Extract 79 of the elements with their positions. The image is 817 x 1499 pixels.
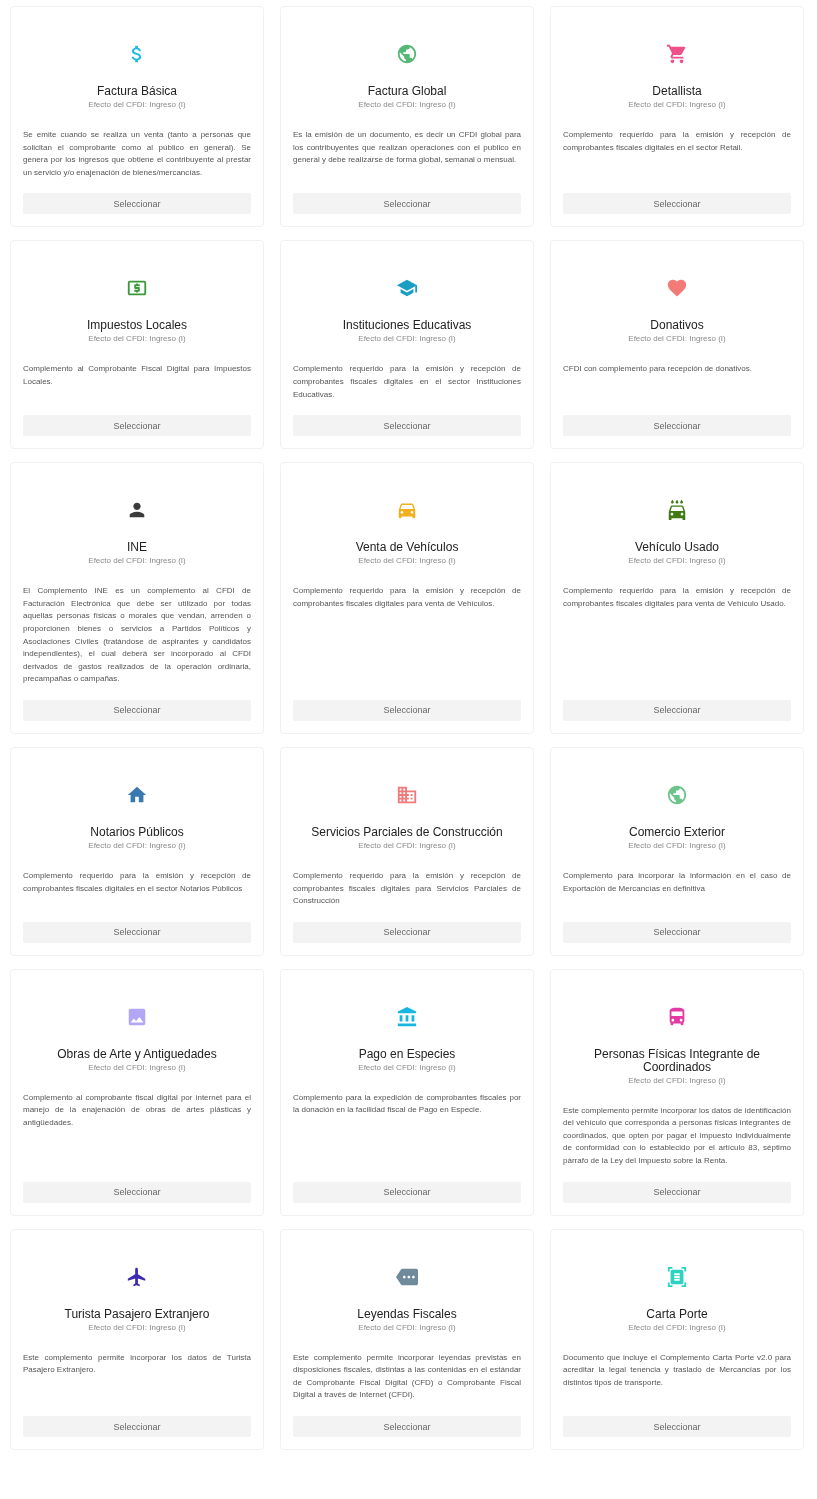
card-title: Factura Básica [96, 85, 177, 98]
select-button[interactable]: Seleccionar [563, 699, 791, 721]
select-button[interactable]: Seleccionar [293, 193, 521, 215]
cfdi-effect: Efecto del CFDI: Ingreso (I) [628, 1322, 726, 1332]
select-button[interactable]: Seleccionar [23, 193, 251, 215]
cfdi-effect: Efecto del CFDI: Ingreso (I) [628, 334, 726, 344]
card-description: Complemento requerido para la emisión y recepción de comprobantes fiscales digitales en el sector Notarios Públicos [23, 869, 251, 895]
card-title: Carta Porte [646, 1307, 708, 1321]
select-button[interactable]: Seleccionar [293, 699, 521, 721]
card-title: INE [127, 541, 147, 555]
cfdi-effect: Efecto del CFDI: Ingreso (I) [628, 556, 726, 566]
card-description: CFDI con complemento para recepción de donativos. [563, 363, 753, 376]
card-description: Este complemento permite incorporar leyendas previstas en disposiciones fiscales, distintas a las contenidas en el estándar de Comprobante Fiscal Digital (CFD) o Comprobante Fiscal Digital a través de Internet (CFDI). [293, 1351, 521, 1402]
cfdi-effect: Efecto del CFDI: Ingreso (I) [88, 334, 186, 344]
card-title: Vehículo Usado [634, 541, 720, 555]
cfdi-effect: Efecto del CFDI: Ingreso (I) [628, 840, 726, 850]
card-description: Complemento al Comprobante Fiscal Digital para Impuestos Locales. [23, 363, 251, 388]
card-title: Comercio Exterior [629, 825, 725, 839]
globe-icon [666, 783, 688, 806]
card-description: Complemento al comprobante fiscal digital por internet para el manejo de la enajenación de obras de artes plásticas y antigüedades. [23, 1091, 251, 1129]
card-title: Pago en Especies [358, 1047, 456, 1061]
card-description: Es la emisión de un documento, es decir un CFDI global para los contribuyentes que realizan operaciones con el publico en general y debe realizarse de forma global, semanal o mensual. [293, 129, 521, 167]
card-description: Complemento requerido para la emisión y recepción de comprobantes fiscales digitales en el sector Instituciones Educativas. [293, 363, 521, 401]
globe-icon [396, 43, 418, 65]
select-button[interactable]: Seleccionar [293, 1416, 521, 1438]
card-description: Se emite cuando se realiza un venta (tanto a personas que solicitan el comprobante como al público en general). Se genera por los ingresos que obtiene el contribuyente al prestar un servicio y/o enajenación de bienes/mercancías. [23, 129, 251, 179]
car-wash-icon [666, 499, 688, 522]
card-title: Personas Físicas Integrante de Coordinados [592, 1047, 762, 1074]
cfdi-effect: Efecto del CFDI: Ingreso (I) [358, 100, 456, 109]
card-description: Documento que incluye el Complemento Carta Porte v2.0 para acreditar la legal tenencia y traslado de Mercancías por los distintos tipos de transporte. [563, 1351, 791, 1389]
select-button[interactable]: Seleccionar [293, 415, 521, 437]
select-button[interactable]: Seleccionar [293, 1181, 521, 1203]
card-description: Este complemento permite incorporar los datos de Turista Pasajero Extranjero. [23, 1351, 251, 1377]
cfdi-effect: Efecto del CFDI: Ingreso (I) [88, 1062, 186, 1072]
cfdi-effect: Efecto del CFDI: Ingreso (I) [88, 840, 186, 850]
card-title: Notarios Públicos [90, 825, 184, 839]
card-title: Impuestos Locales [86, 319, 188, 333]
card-title: Obras de Arte y Antiguedades [57, 1047, 217, 1061]
cfdi-effect: Efecto del CFDI: Ingreso (I) [358, 1062, 456, 1072]
cfdi-effect: Efecto del CFDI: Ingreso (I) [358, 1322, 456, 1332]
select-button[interactable]: Seleccionar [563, 1181, 791, 1203]
card-description: Complemento requerido para la emisión y recepción de comprobantes fiscales digitales para venta de Vehículo Usado. [563, 585, 791, 610]
card-title: Venta de Vehículos [355, 541, 459, 555]
cfdi-effect: Efecto del CFDI: Ingreso (I) [628, 1075, 726, 1085]
card-title: Turista Pasajero Extranjero [64, 1307, 210, 1321]
cfdi-effect: Efecto del CFDI: Ingreso (I) [88, 1322, 186, 1332]
select-button[interactable]: Seleccionar [293, 921, 521, 943]
select-button[interactable]: Seleccionar [563, 1416, 791, 1438]
select-button[interactable]: Seleccionar [563, 921, 791, 943]
document-scan-icon [666, 1265, 688, 1288]
cfdi-effect: Efecto del CFDI: Ingreso (I) [358, 840, 456, 850]
cart-icon [666, 43, 688, 65]
select-button[interactable]: Seleccionar [23, 921, 251, 943]
airplane-icon [126, 1265, 148, 1288]
select-button[interactable]: Seleccionar [23, 415, 251, 437]
card-description: Complemento requerido para la emisión y recepción de comprobantes fiscales digitales en el sector Retail. [563, 129, 791, 154]
card-title: Factura Global [367, 85, 447, 98]
cfdi-effect: Efecto del CFDI: Ingreso (I) [358, 556, 456, 566]
cfdi-effect: Efecto del CFDI: Ingreso (I) [88, 556, 186, 566]
cfdi-effect: Efecto del CFDI: Ingreso (I) [88, 100, 186, 109]
select-button[interactable]: Seleccionar [563, 193, 791, 215]
card-title: Leyendas Fiscales [357, 1307, 457, 1321]
card-title: Detallista [652, 85, 702, 98]
select-button[interactable]: Seleccionar [23, 1181, 251, 1203]
card-description: Complemento requerido para la emisión y recepción de comprobantes fiscales digitales para Servicios Parciales de Construcción [293, 869, 521, 908]
cfdi-effect: Efecto del CFDI: Ingreso (I) [628, 100, 726, 109]
bank-icon [396, 1005, 418, 1028]
card-description: Complemento para incorporar la información en el caso de Exportación de Mercancías en definitiva [563, 869, 791, 895]
card-description: Este complemento permite incorporar los datos de identificación del vehículo que corresponda a personas físicas integrantes de coordinados, que opten por pagar el impuesto individualmente de conformidad con lo establecido por el artículo 83, séptimo párrafo de la Ley del Impuesto sobre la Renta. [563, 1104, 791, 1168]
card-title: Instituciones Educativas [342, 319, 472, 333]
cfdi-effect: Efecto del CFDI: Ingreso (I) [358, 334, 456, 344]
select-button[interactable]: Seleccionar [23, 699, 251, 721]
card-description: Complemento para la expedición de comprobantes fiscales por la donación en la facilidad fiscal de Pago en Especie. [293, 1091, 521, 1117]
select-button[interactable]: Seleccionar [23, 1416, 251, 1438]
card-title: Donativos [650, 319, 704, 333]
card-title: Servicios Parciales de Construcción [311, 825, 503, 839]
card-description: El Complemento INE es un complemento al CFDI de Facturación Electrónica que debe ser utilizado por todas aquellas personas físicas o morales que vendan, arrenden o proporcionen bienes o servicios a Partidos Políticos y Asociaciones Civiles (tratándose de aspirantes y candidatos independientes), el cual deberá ser incorporado al CFDI derivados de gastos realizados de la operación ordinaria, precampañas o campañas. [23, 585, 251, 686]
card-description: Complemento requerido para la emisión y recepción de comprobantes fiscales digitales para venta de Vehículos. [293, 585, 521, 610]
select-button[interactable]: Seleccionar [563, 415, 791, 437]
